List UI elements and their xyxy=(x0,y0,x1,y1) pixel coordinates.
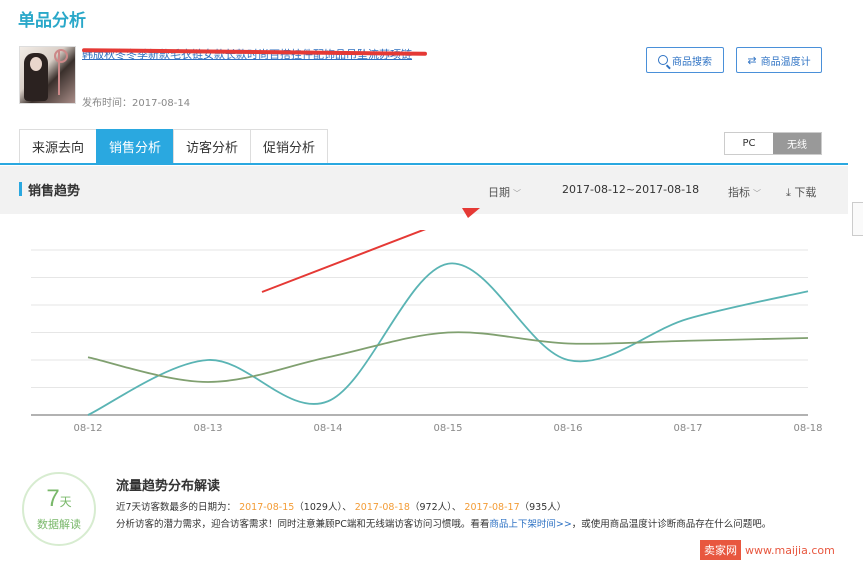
analysis-tabs: 来源去向 销售分析 访客分析 促销分析 xyxy=(19,129,329,164)
annotation-arrow-line xyxy=(261,230,426,293)
seven-day-badge: 7天 数据解读 xyxy=(22,472,96,546)
top-count-1: （1029人）、 xyxy=(294,502,352,513)
watermark-logo: 卖家网 xyxy=(700,540,741,560)
badge-number: 7 xyxy=(46,484,60,512)
download-icon: ⤓ xyxy=(786,186,791,199)
metric-dropdown-label: 指标 xyxy=(728,186,750,199)
x-tick-label: 08-17 xyxy=(673,423,702,434)
publish-date: 发布时间：2017-08-14 xyxy=(82,98,191,109)
x-tick-label: 08-12 xyxy=(73,423,102,434)
trend-header-bar xyxy=(0,166,848,214)
x-tick-label: 08-13 xyxy=(193,423,222,434)
summary-advice: 分析访客的潜力需求，迎合访客需求！同时注意兼顾PC端和无线端访客访问习惯哦。看看… xyxy=(116,516,771,530)
product-thermometer-label: 商品温度计 xyxy=(760,56,811,68)
x-tick-label: 08-16 xyxy=(553,423,582,434)
download-label: 下载 xyxy=(794,186,817,199)
x-tick-label: 08-15 xyxy=(433,423,462,434)
chevron-down-icon: ﹀ xyxy=(753,189,761,198)
product-search-label: 商品搜索 xyxy=(672,56,712,68)
section-accent xyxy=(19,182,22,196)
listing-time-link[interactable]: 商品上下架时间>> xyxy=(489,519,571,530)
date-dropdown-label: 日期 xyxy=(488,186,510,199)
side-feedback-tab[interactable] xyxy=(852,202,863,236)
sales-trend-title: 销售趋势 xyxy=(28,184,81,199)
top-date-2: 2017-08-18 xyxy=(354,502,410,513)
toggle-wireless[interactable]: 无线 xyxy=(773,133,821,154)
badge-unit: 天 xyxy=(59,494,72,509)
advice-suffix: ，或使用商品温度计诊断商品存在什么问题吧。 xyxy=(571,519,772,530)
sales-trend-chart: 08-12 08-13 08-14 08-15 08-16 08-17 08-18 xyxy=(31,230,823,434)
advice-text: 分析访客的潜力需求，迎合访客需求！同时注意兼顾PC端和无线端访客访问习惯哦。看看 xyxy=(116,519,490,530)
summary-top-dates: 近7天访客数最多的日期为： 2017-08-15（1029人）、 2017-08… xyxy=(116,499,566,513)
top-count-2: （972人）、 xyxy=(409,502,462,513)
watermark: 卖家网 www.maijia.com xyxy=(700,540,835,560)
product-thermometer-button[interactable]: ⇄ 商品温度计 xyxy=(736,47,822,73)
tab-underline xyxy=(0,163,848,165)
search-icon xyxy=(658,55,668,65)
chevron-down-icon: ﹀ xyxy=(513,189,521,198)
tab-visitor-analysis[interactable]: 访客分析 xyxy=(173,129,251,164)
date-range: 2017-08-12~2017-08-18 xyxy=(562,183,700,196)
page-title: 单品分析 xyxy=(18,11,86,31)
summary-prefix: 近7天访客数最多的日期为： xyxy=(116,502,237,513)
x-tick-label: 08-18 xyxy=(793,423,822,434)
date-dropdown[interactable]: 日期 ﹀ xyxy=(488,184,521,200)
tab-sales-analysis[interactable]: 销售分析 xyxy=(96,129,174,164)
device-toggle: PC 无线 xyxy=(724,132,822,155)
series-line-2 xyxy=(87,331,809,383)
watermark-site: www.maijia.com xyxy=(745,543,835,557)
x-tick-label: 08-14 xyxy=(313,423,342,434)
series-line-1 xyxy=(87,262,809,416)
badge-label: 数据解读 xyxy=(37,517,81,531)
metric-dropdown[interactable]: 指标 ﹀ xyxy=(728,184,761,200)
summary-title: 流量趋势分布解读 xyxy=(116,479,221,494)
product-search-button[interactable]: 商品搜索 xyxy=(646,47,724,73)
tab-promotion-analysis[interactable]: 促销分析 xyxy=(250,129,329,164)
tab-source-destination[interactable]: 来源去向 xyxy=(19,129,97,164)
top-date-3: 2017-08-17 xyxy=(464,502,520,513)
top-date-1: 2017-08-15 xyxy=(239,502,295,513)
top-count-3: （935人） xyxy=(519,502,567,513)
toggle-pc[interactable]: PC xyxy=(725,133,773,154)
product-thumbnail[interactable] xyxy=(19,46,76,104)
swap-arrows-icon: ⇄ xyxy=(747,53,757,67)
download-button[interactable]: ⤓ 下载 xyxy=(786,184,816,200)
